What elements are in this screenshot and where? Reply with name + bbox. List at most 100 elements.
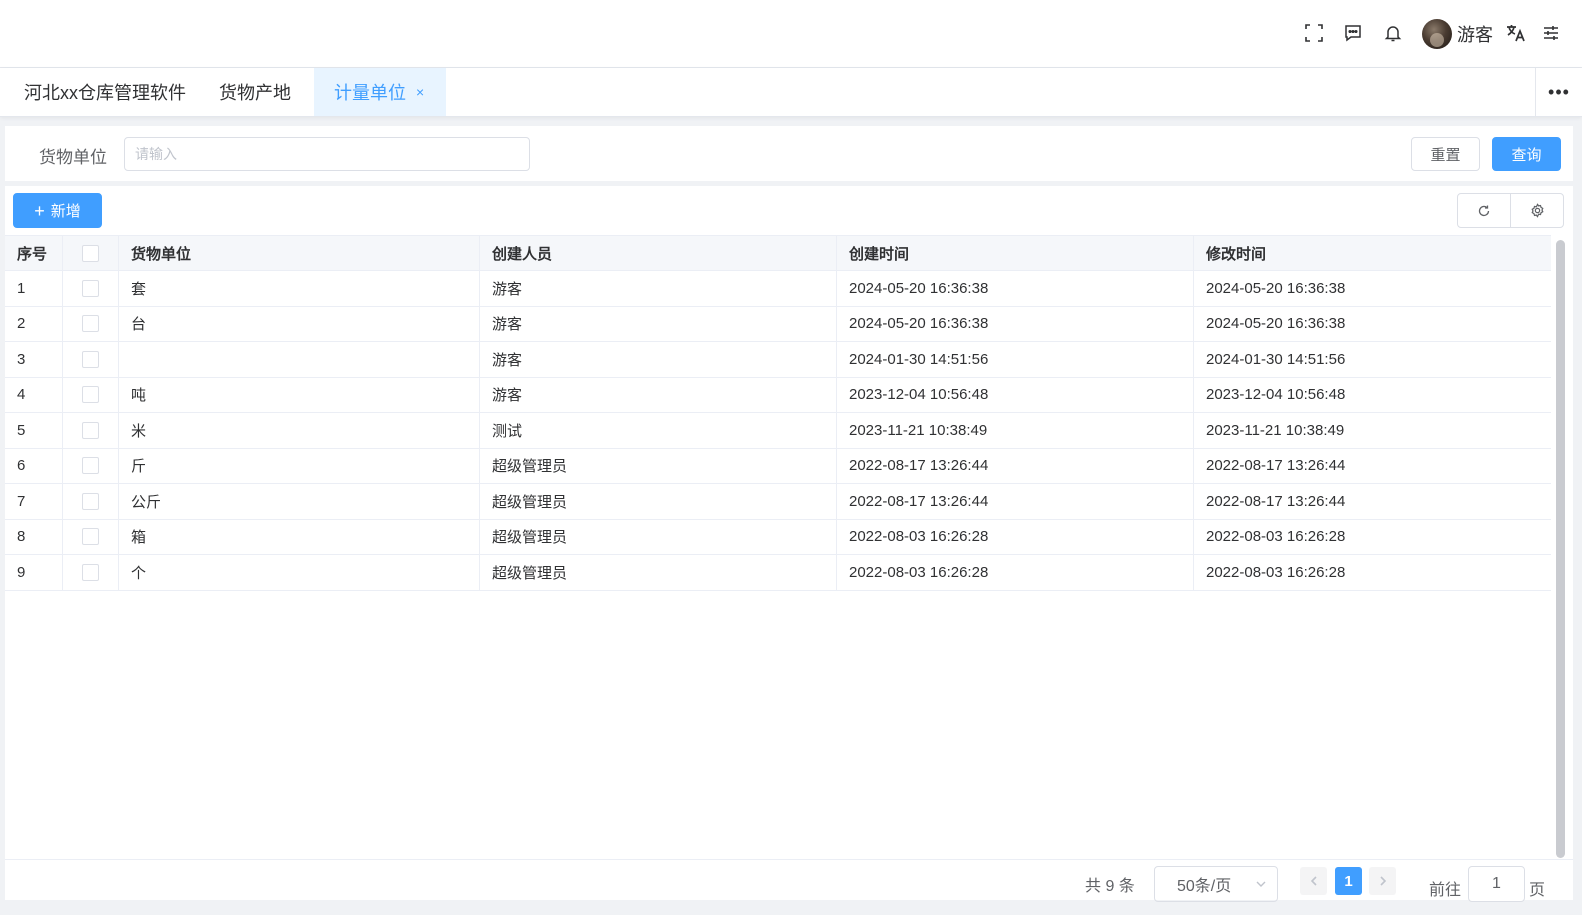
cell-select bbox=[63, 555, 119, 590]
cell-created: 2023-12-04 10:56:48 bbox=[837, 377, 1194, 412]
top-header: 游客 bbox=[0, 0, 1582, 68]
row-checkbox[interactable] bbox=[82, 386, 99, 404]
cell-created: 2024-05-20 16:36:38 bbox=[837, 271, 1194, 306]
query-button[interactable]: 查询 bbox=[1492, 137, 1561, 171]
chevron-right-icon[interactable] bbox=[1369, 867, 1396, 895]
cell-creator: 游客 bbox=[480, 271, 837, 306]
more-icon[interactable]: ••• bbox=[1535, 68, 1582, 116]
vertical-scrollbar[interactable] bbox=[1556, 240, 1565, 858]
cell-creator: 超级管理员 bbox=[480, 519, 837, 554]
add-label: 新增 bbox=[50, 203, 81, 220]
reset-button[interactable]: 重置 bbox=[1411, 137, 1480, 171]
row-checkbox[interactable] bbox=[82, 350, 99, 368]
chevron-left-icon[interactable] bbox=[1300, 867, 1327, 895]
unit-search-input[interactable] bbox=[124, 137, 530, 171]
cell-created: 2022-08-03 16:26:28 bbox=[837, 519, 1194, 554]
username: 游客 bbox=[1457, 25, 1493, 45]
column-header-creator[interactable]: 创建人员 bbox=[480, 236, 837, 270]
user-menu[interactable]: 游客 bbox=[1422, 19, 1493, 49]
page-number-current[interactable]: 1 bbox=[1335, 867, 1362, 895]
table-header-row: 序号 货物单位 创建人员 创建时间 修改时间 bbox=[5, 235, 1551, 271]
page-size-select[interactable]: 50条/页 bbox=[1154, 866, 1278, 902]
refresh-icon[interactable] bbox=[1458, 194, 1510, 227]
cell-created: 2022-08-17 13:26:44 bbox=[837, 484, 1194, 519]
cell-index: 6 bbox=[5, 448, 63, 483]
page-suffix: 页 bbox=[1529, 882, 1546, 899]
cell-select bbox=[63, 271, 119, 306]
row-checkbox[interactable] bbox=[82, 563, 99, 581]
table-row[interactable]: 8 箱超级管理员 2022-08-03 16:26:28 2022-08-03 16:… bbox=[5, 519, 1551, 555]
tab-goods-origin[interactable]: 货物产地 bbox=[196, 68, 314, 116]
page-size-value: 50条/页 bbox=[1177, 878, 1232, 895]
row-checkbox[interactable] bbox=[82, 279, 99, 297]
message-icon[interactable] bbox=[1341, 21, 1365, 45]
cell-index: 1 bbox=[5, 271, 63, 306]
tab-home[interactable]: 河北xx仓库管理软件 bbox=[0, 68, 210, 116]
column-header-created[interactable]: 创建时间 bbox=[837, 236, 1194, 270]
table-tools bbox=[1457, 193, 1564, 228]
avatar bbox=[1422, 19, 1452, 49]
table-row[interactable]: 1 套游客 2024-05-20 16:36:38 2024-05-20 16:36:… bbox=[5, 271, 1551, 307]
cell-index: 9 bbox=[5, 555, 63, 590]
row-checkbox[interactable] bbox=[82, 528, 99, 546]
cell-created: 2022-08-17 13:26:44 bbox=[837, 448, 1194, 483]
cell-modified: 2022-08-17 13:26:44 bbox=[1206, 492, 1346, 510]
table-row[interactable]: 4 吨游客 2023-12-04 10:56:48 2023-12-04 10:56:… bbox=[5, 377, 1551, 413]
search-label: 货物单位 bbox=[39, 148, 107, 167]
cell-modified: 2023-12-04 10:56:48 bbox=[1206, 386, 1346, 404]
table-row[interactable]: 9 个超级管理员 2022-08-03 16:26:28 2022-08-03 16:… bbox=[5, 555, 1551, 591]
cell-creator: 超级管理员 bbox=[480, 555, 837, 590]
tab-label: 河北xx仓库管理软件 bbox=[24, 83, 186, 103]
row-checkbox[interactable] bbox=[82, 457, 99, 475]
column-header-unit[interactable]: 货物单位 bbox=[119, 236, 480, 270]
bell-icon[interactable] bbox=[1381, 21, 1405, 45]
translate-icon[interactable] bbox=[1504, 21, 1528, 45]
cell-modified: 2024-01-30 14:51:56 bbox=[1206, 350, 1346, 368]
cell-modified: 2022-08-17 13:26:44 bbox=[1206, 457, 1346, 475]
cell-modified: 2023-11-21 10:38:49 bbox=[1206, 421, 1345, 439]
table-row[interactable]: 2 台游客 2024-05-20 16:36:38 2024-05-20 16:36:… bbox=[5, 306, 1551, 342]
cell-unit: 公斤 bbox=[119, 484, 480, 519]
table-row[interactable]: 3 游客 2024-01-30 14:51:56 2024-01-30 14:51:5… bbox=[5, 342, 1551, 378]
row-checkbox[interactable] bbox=[82, 421, 99, 439]
column-header-select bbox=[63, 236, 119, 270]
column-header-modified[interactable]: 修改时间 bbox=[1194, 236, 1551, 270]
column-header-index: 序号 bbox=[5, 236, 63, 270]
close-icon[interactable]: × bbox=[416, 84, 424, 100]
cell-select bbox=[63, 484, 119, 519]
goto-page-input[interactable] bbox=[1468, 866, 1525, 902]
cell-unit: 斤 bbox=[119, 448, 480, 483]
cell-select bbox=[63, 342, 119, 377]
cell-unit: 套 bbox=[119, 271, 480, 306]
table-row[interactable]: 7 公斤 超级管理员 2022-08-17 13:26:44 2022-08-17 13… bbox=[5, 484, 1551, 520]
add-button[interactable]: + 新增 bbox=[13, 193, 102, 228]
cell-index: 3 bbox=[5, 342, 63, 377]
select-all-checkbox[interactable] bbox=[82, 244, 99, 262]
cell-creator: 游客 bbox=[480, 342, 837, 377]
cell-created: 2023-11-21 10:38:49 bbox=[837, 413, 1194, 448]
cell-creator: 游客 bbox=[480, 306, 837, 341]
search-panel: 货物单位 重置 查询 bbox=[5, 126, 1573, 181]
table-row[interactable]: 5 米测试 2023-11-21 10:38:49 2023-11-21 10:38:… bbox=[5, 413, 1551, 449]
cell-select bbox=[63, 448, 119, 483]
cell-select bbox=[63, 377, 119, 412]
cell-index: 7 bbox=[5, 484, 63, 519]
settings-sliders-icon[interactable] bbox=[1539, 21, 1563, 45]
gear-icon[interactable] bbox=[1510, 194, 1563, 227]
cell-creator: 测试 bbox=[480, 413, 837, 448]
cell-unit bbox=[119, 342, 480, 377]
row-checkbox[interactable] bbox=[82, 315, 99, 333]
cell-index: 8 bbox=[5, 519, 63, 554]
chevron-down-icon bbox=[1255, 877, 1267, 895]
goto-label: 前往 bbox=[1429, 882, 1462, 899]
tab-label: 计量单位 bbox=[334, 83, 406, 103]
plus-icon: + bbox=[34, 200, 45, 221]
tab-measure-unit[interactable]: 计量单位 × bbox=[314, 68, 446, 116]
cell-creator: 超级管理员 bbox=[480, 484, 837, 519]
fullscreen-icon[interactable] bbox=[1302, 21, 1326, 45]
cell-index: 5 bbox=[5, 413, 63, 448]
table-row[interactable]: 6 斤超级管理员 2022-08-17 13:26:44 2022-08-17 13:… bbox=[5, 448, 1551, 484]
cell-modified: 2022-08-03 16:26:28 bbox=[1206, 528, 1346, 546]
row-checkbox[interactable] bbox=[82, 492, 99, 510]
cell-modified: 2024-05-20 16:36:38 bbox=[1206, 315, 1346, 333]
